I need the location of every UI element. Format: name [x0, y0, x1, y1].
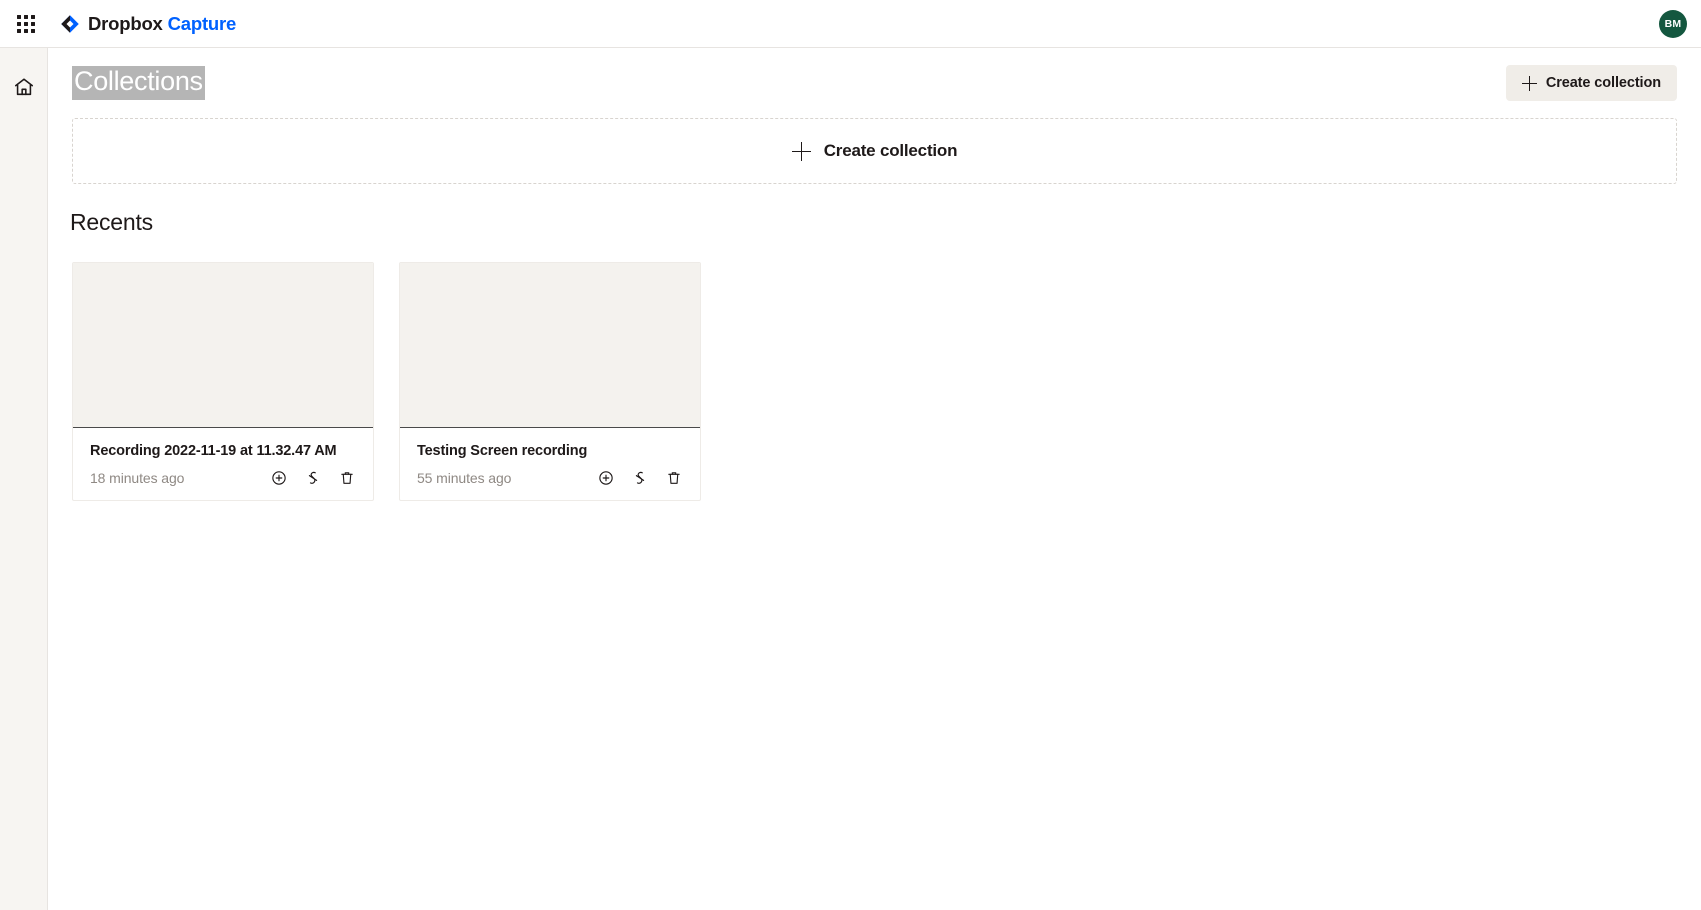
share-link-icon: [635, 472, 645, 485]
delete-button[interactable]: [665, 469, 683, 487]
avatar[interactable]: BM: [1659, 10, 1687, 38]
top-bar: Dropbox Capture BM: [0, 0, 1701, 48]
page-header: Collections Create collection: [72, 60, 1677, 106]
trash-icon: [668, 472, 680, 485]
sidebar: [0, 48, 48, 910]
trash-icon: [341, 472, 353, 485]
brand-text: Dropbox Capture: [88, 13, 236, 35]
recording-card[interactable]: Recording 2022-11-19 at 11.32.47 AM 18 m…: [72, 262, 374, 502]
sidebar-item-home[interactable]: [0, 63, 48, 111]
create-collection-dropzone[interactable]: Create collection: [72, 118, 1677, 184]
recording-actions: [597, 469, 683, 487]
plus-icon: [791, 141, 811, 161]
create-collection-button[interactable]: Create collection: [1505, 65, 1677, 101]
recording-title: Recording 2022-11-19 at 11.32.47 AM: [90, 443, 337, 459]
brand-name-secondary: Capture: [167, 12, 237, 34]
recording-card-body: Testing Screen recording 55 minutes ago: [400, 428, 700, 500]
home-icon: [14, 78, 34, 96]
section-title-recents: Recents: [70, 209, 153, 235]
recording-thumbnail[interactable]: [400, 263, 700, 428]
plus-icon: [1521, 75, 1537, 91]
delete-button[interactable]: [338, 469, 356, 487]
add-to-collection-icon: [599, 471, 613, 486]
add-to-collection-button[interactable]: [270, 469, 288, 487]
add-to-collection-button[interactable]: [597, 469, 615, 487]
recents-grid: Recording 2022-11-19 at 11.32.47 AM 18 m…: [72, 262, 701, 502]
recording-timestamp: 18 minutes ago: [90, 470, 185, 487]
copy-link-button[interactable]: [631, 469, 649, 487]
brand-name-primary: Dropbox: [88, 12, 163, 34]
share-link-icon: [308, 472, 318, 485]
recording-timestamp: 55 minutes ago: [417, 470, 512, 487]
recording-meta: 18 minutes ago: [90, 469, 356, 487]
recording-actions: [270, 469, 356, 487]
create-collection-dropzone-label: Create collection: [823, 141, 958, 160]
main-content: Collections Create collection Create col…: [48, 48, 1701, 910]
page-title: Collections: [72, 66, 205, 100]
add-to-collection-icon: [272, 471, 286, 486]
create-collection-button-label: Create collection: [1545, 75, 1661, 91]
recording-card[interactable]: Testing Screen recording 55 minutes ago: [399, 262, 701, 502]
recording-title: Testing Screen recording: [417, 443, 588, 459]
apps-grid-icon[interactable]: [14, 12, 38, 36]
copy-link-button[interactable]: [304, 469, 322, 487]
dropbox-diamond-icon: [61, 14, 79, 33]
create-collection-dropzone-inner: Create collection: [791, 141, 958, 161]
recording-thumbnail[interactable]: [73, 263, 373, 428]
recording-meta: 55 minutes ago: [417, 469, 683, 487]
recording-card-body: Recording 2022-11-19 at 11.32.47 AM 18 m…: [73, 428, 373, 500]
brand-logo[interactable]: Dropbox Capture: [60, 13, 236, 35]
